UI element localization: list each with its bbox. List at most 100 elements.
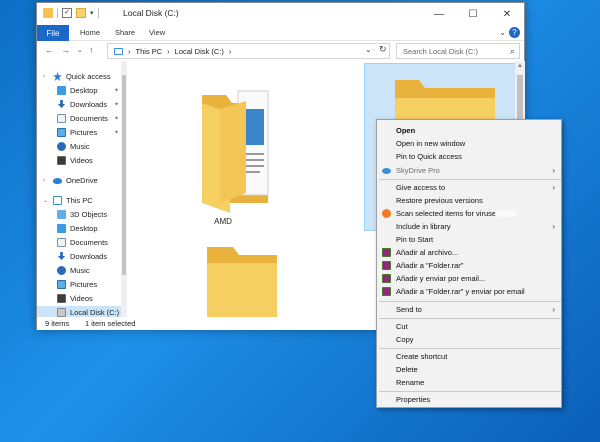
nav-item-downloads-pc[interactable]: Downloads bbox=[37, 250, 125, 263]
pin-icon: ✦ bbox=[113, 130, 119, 136]
collapse-icon[interactable]: ⌄ bbox=[43, 197, 48, 204]
menu-item-properties[interactable]: Properties bbox=[377, 393, 561, 406]
nav-item-label: Documents bbox=[70, 238, 108, 247]
pin-icon: ✦ bbox=[113, 102, 119, 108]
menu-item-label: Cut bbox=[396, 322, 408, 331]
menu-item-scan-viruses[interactable]: Scan selected items for viruses bbox=[377, 207, 561, 220]
minimize-button[interactable]: — bbox=[422, 3, 456, 25]
nav-item-quick-access[interactable]: › Quick access bbox=[37, 70, 125, 83]
nav-item-music[interactable]: Music bbox=[37, 140, 125, 153]
menu-item-give-access[interactable]: Give access to › bbox=[377, 181, 561, 194]
menu-item-anadir-enviar-email[interactable]: Añadir y enviar por email... bbox=[377, 272, 561, 285]
nav-item-videos-pc[interactable]: Videos bbox=[37, 292, 125, 305]
expand-icon[interactable]: › bbox=[43, 74, 45, 80]
menu-item-label: Include in library bbox=[396, 222, 451, 231]
refresh-icon[interactable]: ↻ bbox=[379, 44, 387, 55]
properties-icon[interactable]: ✓ bbox=[62, 8, 72, 18]
menu-item-label: Pin to Start bbox=[396, 235, 434, 244]
nav-item-pictures[interactable]: Pictures ✦ bbox=[37, 126, 125, 139]
close-button[interactable]: ✕ bbox=[490, 3, 524, 25]
nav-item-this-pc[interactable]: ⌄ This PC bbox=[37, 194, 125, 207]
submenu-arrow-icon: › bbox=[552, 305, 555, 314]
menu-item-restore-versions[interactable]: Restore previous versions bbox=[377, 194, 561, 207]
menu-item-open[interactable]: Open bbox=[377, 124, 561, 137]
menu-item-copy[interactable]: Copy bbox=[377, 333, 561, 346]
context-menu: Open Open in new window Pin to Quick acc… bbox=[376, 119, 562, 408]
menu-item-pin-start[interactable]: Pin to Start bbox=[377, 233, 561, 246]
menu-item-anadir-folder-rar-email[interactable]: Añadir a "Folder.rar" y enviar por email bbox=[377, 285, 561, 298]
menu-item-skydrive-pro[interactable]: SkyDrive Pro › bbox=[377, 164, 561, 177]
menu-item-pin-quick-access[interactable]: Pin to Quick access bbox=[377, 150, 561, 163]
tab-file[interactable]: File bbox=[37, 25, 69, 41]
music-icon bbox=[57, 142, 66, 151]
menu-separator bbox=[379, 301, 561, 302]
menu-item-cut[interactable]: Cut bbox=[377, 320, 561, 333]
back-button[interactable]: ← bbox=[45, 45, 54, 55]
menu-item-anadir-folder-rar[interactable]: Añadir a "Folder.rar" bbox=[377, 259, 561, 272]
nav-item-3d-objects[interactable]: 3D Objects bbox=[37, 208, 125, 221]
address-input[interactable]: › This PC › Local Disk (C:) › bbox=[107, 43, 390, 59]
up-button[interactable]: ↑ bbox=[89, 45, 94, 55]
menu-item-label: Añadir y enviar por email... bbox=[396, 274, 486, 283]
scroll-up-icon[interactable]: ▲ bbox=[517, 63, 523, 69]
nav-item-music-pc[interactable]: Music bbox=[37, 264, 125, 277]
menu-item-delete[interactable]: Delete bbox=[377, 363, 561, 376]
nav-item-desktop[interactable]: Desktop ✦ bbox=[37, 84, 125, 97]
nav-item-documents[interactable]: Documents ✦ bbox=[37, 112, 125, 125]
nav-item-label: Pictures bbox=[70, 280, 98, 289]
folder-item-amd[interactable]: AMD bbox=[168, 73, 278, 231]
search-icon[interactable]: ⌕ bbox=[510, 46, 515, 57]
downloads-icon bbox=[57, 100, 66, 109]
3d-objects-icon bbox=[57, 210, 66, 219]
new-folder-icon[interactable] bbox=[76, 8, 86, 18]
nav-item-label: Downloads bbox=[70, 252, 108, 261]
nav-item-downloads[interactable]: Downloads ✦ bbox=[37, 98, 125, 111]
menu-separator bbox=[379, 348, 561, 349]
nav-item-documents-pc[interactable]: Documents bbox=[37, 236, 125, 249]
expand-ribbon-icon[interactable]: ⌄ bbox=[499, 28, 506, 37]
folder-icon bbox=[207, 247, 277, 317]
tab-home[interactable]: Home bbox=[80, 28, 100, 37]
forward-button[interactable]: → bbox=[61, 45, 70, 55]
nav-item-onedrive[interactable]: › OneDrive bbox=[37, 174, 125, 187]
menu-item-label: Send to bbox=[396, 305, 422, 314]
maximize-button[interactable]: ☐ bbox=[456, 3, 490, 25]
menu-item-rename[interactable]: Rename bbox=[377, 376, 561, 389]
nav-item-label: Local Disk (C:) bbox=[70, 308, 120, 317]
breadcrumb-separator: › bbox=[167, 46, 170, 56]
nav-item-local-disk[interactable]: Local Disk (C:) bbox=[37, 306, 125, 317]
breadcrumb-local-disk[interactable]: Local Disk (C:) bbox=[175, 47, 224, 56]
customize-toolbar-icon[interactable]: ▾ bbox=[90, 9, 94, 17]
menu-item-label: Properties bbox=[396, 395, 431, 404]
menu-item-anadir-archivo[interactable]: Añadir al archivo... bbox=[377, 246, 561, 259]
menu-separator bbox=[379, 391, 561, 392]
recent-locations-button[interactable]: ⌄ bbox=[77, 46, 83, 54]
avast-icon bbox=[382, 209, 391, 218]
nav-scrollbar-thumb[interactable] bbox=[122, 75, 126, 275]
tab-view[interactable]: View bbox=[149, 28, 165, 37]
nav-item-desktop-pc[interactable]: Desktop bbox=[37, 222, 125, 235]
folder-item-3[interactable] bbox=[203, 243, 283, 317]
menu-item-include-library[interactable]: Include in library › bbox=[377, 220, 561, 233]
winrar-icon bbox=[382, 248, 391, 257]
nav-scrollbar[interactable] bbox=[121, 61, 127, 317]
menu-item-create-shortcut[interactable]: Create shortcut bbox=[377, 350, 561, 363]
menu-item-send-to[interactable]: Send to › bbox=[377, 303, 561, 316]
nav-item-pictures-pc[interactable]: Pictures bbox=[37, 278, 125, 291]
nav-item-videos[interactable]: Videos bbox=[37, 154, 125, 167]
skydrive-icon bbox=[382, 168, 391, 174]
menu-item-open-new-window[interactable]: Open in new window bbox=[377, 137, 561, 150]
menu-item-label: Give access to bbox=[396, 183, 446, 192]
title-bar[interactable]: ✓ ▾ Local Disk (C:) — ☐ ✕ bbox=[37, 3, 524, 25]
submenu-arrow-icon: › bbox=[552, 166, 555, 175]
help-icon[interactable]: ? bbox=[509, 27, 520, 38]
tab-share[interactable]: Share bbox=[115, 28, 135, 37]
menu-item-label: Añadir a "Folder.rar" bbox=[396, 261, 464, 270]
search-input[interactable]: Search Local Disk (C:) ⌕ bbox=[396, 43, 520, 59]
breadcrumb-this-pc[interactable]: This PC bbox=[136, 47, 163, 56]
expand-icon[interactable]: › bbox=[43, 178, 45, 184]
menu-item-label: Restore previous versions bbox=[396, 196, 483, 205]
nav-item-label: Downloads bbox=[70, 100, 108, 109]
item-count: 9 items bbox=[45, 319, 70, 328]
address-history-icon[interactable]: ⌄ bbox=[365, 45, 372, 54]
